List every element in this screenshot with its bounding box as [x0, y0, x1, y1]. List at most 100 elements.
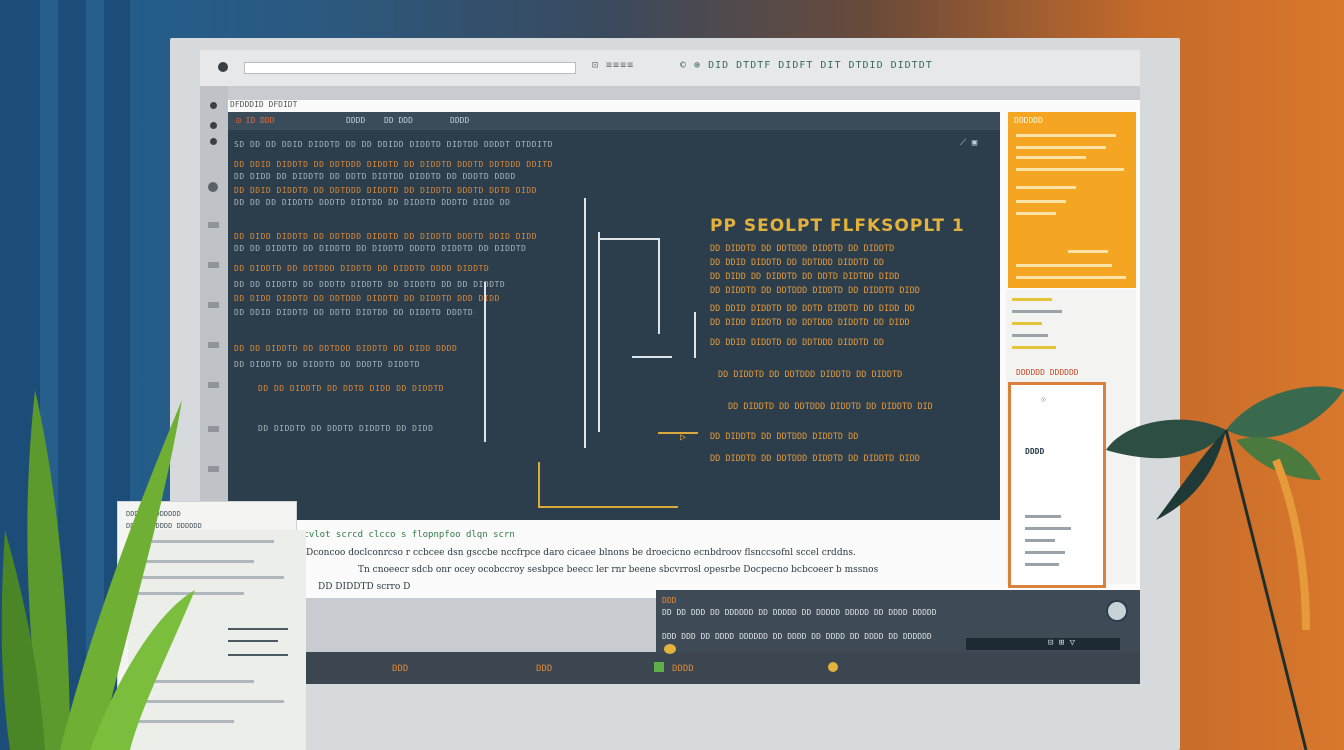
rail-globe-icon[interactable] [208, 182, 218, 192]
app-green-icon[interactable] [654, 662, 664, 672]
rail-menu-icon[interactable] [208, 342, 219, 348]
list-item[interactable] [1012, 346, 1056, 349]
code-editor[interactable]: ⊡ ID DDD DDDD DD DDD DDDD ⟋ ▣ SD DD DD D… [228, 112, 1000, 520]
rail-dot-icon[interactable] [210, 122, 217, 129]
rail-dot-icon[interactable] [210, 102, 217, 109]
card-line [1016, 264, 1112, 267]
browser-menu-icon[interactable] [218, 62, 228, 72]
toolbar-text: © ⊕ DID DTDTF DIDFT DIT DTDID DIDTDT [680, 60, 933, 71]
panel-line: DD DDID DIDDTD DD DDTDDD DIDDTD DD [710, 338, 884, 348]
card-line [1016, 168, 1124, 171]
doc-icon: ⊙ [1041, 395, 1046, 404]
info-card[interactable]: DDDDDD [1008, 112, 1136, 288]
taskbar-item[interactable]: DDD [536, 664, 552, 674]
description-line: Dconcoo doclconrcso r ccbcee dsn gsccbe … [306, 548, 856, 558]
notification-dot-icon [664, 644, 676, 654]
plant-left-icon [1, 390, 195, 750]
arrow-icon: ▷ [680, 432, 687, 443]
taskbar [306, 652, 1140, 684]
list-item[interactable] [1012, 334, 1048, 337]
paper-line [228, 628, 288, 630]
code-line: DD DD DIDDTD DD DDTD DIDD DD DIDDTD [258, 384, 445, 393]
code-line: SD DD DD DDID DIDDTD DD DD DDIDD DIDDTD … [234, 140, 553, 149]
breadcrumb[interactable]: DFDDDID DFDIDT [230, 100, 297, 109]
connector-line [694, 312, 696, 358]
list-item[interactable] [1012, 310, 1062, 313]
list-item[interactable] [1012, 322, 1042, 325]
rail-menu-icon[interactable] [208, 382, 219, 388]
panel-line: DD DIDDTD DD DDTDDD DIDDTD DD DIDDTD [710, 244, 895, 254]
code-line: DD DD DIDDTD DD DDTDDD DIDDTD DD DIDD DD… [234, 344, 458, 353]
card-line [1016, 276, 1126, 279]
card-line [1016, 212, 1056, 215]
doc-line [1025, 539, 1055, 542]
rail-menu-icon[interactable] [208, 222, 219, 228]
panel-line: DD DDID DIDDTD DD DDTDDD DIDDTD DD [710, 258, 884, 268]
page-tools-icon[interactable]: ⊡ ≡≡≡≡ [592, 60, 634, 71]
taskbar-item[interactable]: DDDD [672, 664, 694, 674]
code-line: DD DDID DIDDTD DD DDTD DIDTDD DD DIDDTD … [234, 308, 474, 317]
rail-menu-icon[interactable] [208, 426, 219, 432]
code-line: DD DD DIDDTD DD DDDTD DIDDTD DD DIDDTD D… [234, 280, 506, 289]
panel-line: DD DIDD DIDDTD DD DDTDDD DIDDTD DD DIDD [710, 318, 910, 328]
rail-menu-icon[interactable] [208, 466, 219, 472]
connector-line [658, 432, 698, 434]
code-line: DD DIDD DIDDTD DD DDTDDD DIDDTD DD DIDDT… [234, 232, 538, 241]
code-line: DD DIDD DIDDTD DD DDTDDD DIDDTD DD DIDDT… [234, 294, 500, 303]
browser-toolbar: ⊡ ≡≡≡≡ © ⊕ DID DTDTF DIDFT DIT DTDID DID… [200, 50, 1140, 86]
rail-menu-icon[interactable] [208, 262, 219, 268]
doc-label: DDDD [1025, 447, 1045, 456]
panel-line: DD DIDD DD DIDDTD DD DDTD DIDTDD DIDD [710, 272, 900, 282]
code-line: DD DIDD DD DIDDTD DD DDTD DIDTDD DIDDTD … [234, 172, 516, 181]
code-line: DD DIDDTD DD DDTDDD DIDDTD DD DIDDTD DDD… [234, 264, 490, 273]
panel-line: DD DIDDTD DD DDTDDD DIDDTD DD DIDDTD DID… [710, 454, 920, 464]
doc-line [1025, 515, 1061, 518]
app-yellow-icon[interactable] [828, 662, 838, 672]
pin-icon[interactable]: ⟋ ▣ [960, 138, 977, 148]
doc-header: DDDDDD DDDDDD [1016, 368, 1079, 377]
tab-third[interactable]: DD DDD [384, 116, 413, 125]
code-line: DD DDID DIDDTD DD DDTDDD DIDDTD DD DIDDT… [234, 186, 538, 195]
card-line [1016, 146, 1106, 149]
panel-line: DD DIDDTD DD DDTDDD DIDDTD DD DIDDTD DID… [710, 286, 920, 296]
editor-tabs: ⊡ ID DDD DDDD DD DDD DDDD [228, 112, 1000, 130]
card-line [1068, 250, 1108, 253]
code-line: DD DD DD DIDDTD DDDTD DIDTDD DD DIDDTD D… [234, 198, 511, 207]
tab-main[interactable]: ⊡ ID DDD [236, 116, 275, 125]
tab-second[interactable]: DDDD [346, 116, 365, 125]
panel-line: DD DIDDTD DD DDTDDD DIDDTD DD DIDDTD [718, 370, 903, 380]
connector-line [484, 282, 486, 442]
card-title: DDDDDD [1014, 116, 1043, 125]
card-line [1016, 200, 1066, 203]
rail-dot-icon[interactable] [210, 138, 217, 145]
connector-line [632, 356, 672, 358]
description-heading: Dcvlot scrcd clcco s flopnpfoo dlqn scrn [298, 530, 515, 540]
connector-line [598, 232, 600, 432]
address-bar[interactable] [244, 62, 576, 74]
status-label: DDD [662, 596, 677, 605]
connector-line [598, 238, 658, 240]
paper-line [228, 640, 278, 642]
connector-line [584, 198, 586, 448]
paper-line [228, 654, 288, 656]
code-line: DD DD DIDDTD DD DIDDTD DD DIDDTD DDDTD D… [234, 244, 527, 253]
status-panel: DDD DD DD DDD DD DDDDDD DD DDDDD DD DDDD… [656, 590, 1140, 652]
card-line [1016, 156, 1086, 159]
doc-line [1025, 527, 1071, 530]
card-line [1016, 186, 1076, 189]
code-line: DD DIDDTD DD DDDTD DIDDTD DD DIDD [258, 424, 434, 433]
panel-title: PP SEOLPT FLFKSOPLT 1 [710, 216, 965, 236]
description-line: DD DIDDTD scrro D [318, 582, 411, 592]
list-item[interactable] [1012, 298, 1052, 301]
doc-line [1025, 551, 1065, 554]
status-line: DD DD DDD DD DDDDDD DD DDDDD DD DDDDD DD… [662, 608, 937, 617]
connector-line [538, 462, 540, 506]
code-line: DD DIDDTD DD DIDDTD DD DDDTD DIDDTD [234, 360, 421, 369]
rail-menu-icon[interactable] [208, 302, 219, 308]
description-line: Tn cnoeecr sdcb onr ocey ocobccroy sesbp… [358, 565, 879, 575]
panel-line: DD DDID DIDDTD DD DDTD DIDDTD DD DIDD DD [710, 304, 915, 314]
taskbar-item[interactable]: DDD [392, 664, 408, 674]
card-line [1016, 134, 1116, 137]
action-icons[interactable]: ⊟ ⊞ ▽ [1048, 638, 1075, 648]
tab-fourth[interactable]: DDDD [450, 116, 469, 125]
